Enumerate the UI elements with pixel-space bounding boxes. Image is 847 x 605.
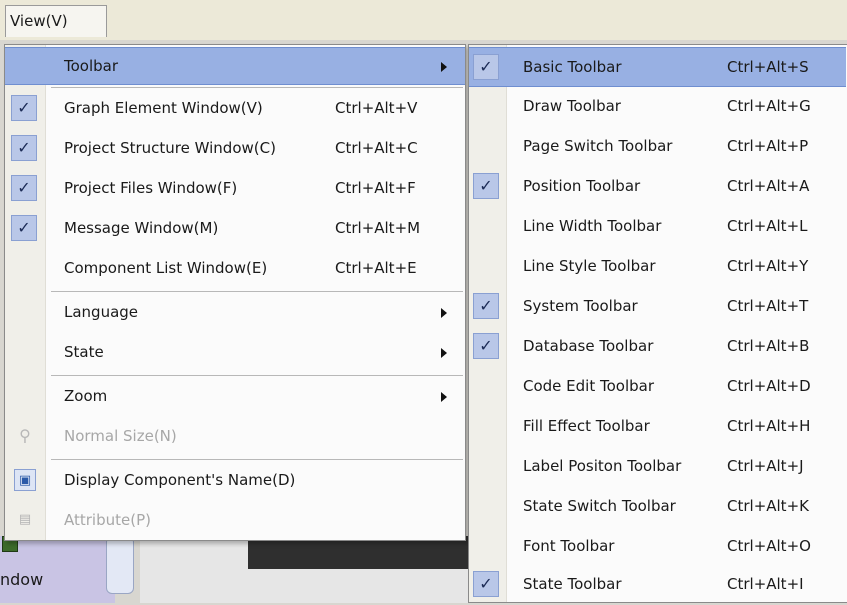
checkmark-icon: ✓ bbox=[473, 333, 499, 359]
submenu-item-label: State Switch Toolbar bbox=[523, 497, 676, 515]
submenu-item-fill-effect-toolbar[interactable]: Fill Effect Toolbar Ctrl+Alt+H bbox=[469, 407, 846, 447]
menu-item-language[interactable]: Language bbox=[5, 294, 465, 332]
submenu-item-shortcut: Ctrl+Alt+Y bbox=[727, 257, 809, 275]
submenu-item-state-toolbar[interactable]: ✓ State Toolbar Ctrl+Alt+I bbox=[469, 565, 846, 605]
menu-separator bbox=[51, 375, 463, 376]
checkmark-icon: ✓ bbox=[11, 135, 37, 161]
submenu-item-page-switch-toolbar[interactable]: Page Switch Toolbar Ctrl+Alt+P bbox=[469, 127, 846, 167]
view-menu-button[interactable]: View(V) bbox=[5, 5, 107, 37]
submenu-item-label: Line Style Toolbar bbox=[523, 257, 656, 275]
submenu-item-shortcut: Ctrl+Alt+K bbox=[727, 497, 809, 515]
menu-item-label: Display Component's Name(D) bbox=[64, 471, 296, 489]
submenu-item-shortcut: Ctrl+Alt+L bbox=[727, 217, 808, 235]
menu-item-shortcut: Ctrl+Alt+V bbox=[335, 99, 418, 117]
submenu-item-code-edit-toolbar[interactable]: Code Edit Toolbar Ctrl+Alt+D bbox=[469, 367, 846, 407]
menu-item-label: Message Window(M) bbox=[64, 219, 219, 237]
menu-item-state[interactable]: State bbox=[5, 334, 465, 372]
submenu-item-label: State Toolbar bbox=[523, 575, 622, 593]
toolbar-submenu: ✓ Basic Toolbar Ctrl+Alt+S Draw Toolbar … bbox=[468, 44, 847, 603]
submenu-item-state-switch-toolbar[interactable]: State Switch Toolbar Ctrl+Alt+K bbox=[469, 487, 846, 527]
submenu-item-shortcut: Ctrl+Alt+S bbox=[727, 58, 809, 76]
submenu-item-shortcut: Ctrl+Alt+H bbox=[727, 417, 811, 435]
scrollbar[interactable] bbox=[106, 536, 134, 594]
menu-item-message-window[interactable]: ✓ Message Window(M) Ctrl+Alt+M bbox=[5, 210, 465, 248]
submenu-item-line-width-toolbar[interactable]: Line Width Toolbar Ctrl+Alt+L bbox=[469, 207, 846, 247]
submenu-item-shortcut: Ctrl+Alt+D bbox=[727, 377, 811, 395]
submenu-item-label: Database Toolbar bbox=[523, 337, 654, 355]
submenu-item-draw-toolbar[interactable]: Draw Toolbar Ctrl+Alt+G bbox=[469, 87, 846, 127]
submenu-arrow-icon bbox=[441, 62, 447, 72]
menu-item-display-component-name[interactable]: ▣ Display Component's Name(D) bbox=[5, 462, 465, 500]
menu-item-label: Project Files Window(F) bbox=[64, 179, 238, 197]
submenu-item-label: Label Positon Toolbar bbox=[523, 457, 682, 475]
menu-item-label: Normal Size(N) bbox=[64, 427, 177, 445]
menu-item-label: Component List Window(E) bbox=[64, 259, 268, 277]
submenu-item-line-style-toolbar[interactable]: Line Style Toolbar Ctrl+Alt+Y bbox=[469, 247, 846, 287]
menu-item-normal-size[interactable]: ⚲ Normal Size(N) bbox=[5, 418, 465, 456]
submenu-item-shortcut: Ctrl+Alt+T bbox=[727, 297, 809, 315]
menu-item-project-structure-window[interactable]: ✓ Project Structure Window(C) Ctrl+Alt+C bbox=[5, 130, 465, 168]
submenu-item-label: Fill Effect Toolbar bbox=[523, 417, 650, 435]
submenu-item-label-position-toolbar[interactable]: Label Positon Toolbar Ctrl+Alt+J bbox=[469, 447, 846, 487]
view-dropdown-menu: Toolbar ✓ Graph Element Window(V) Ctrl+A… bbox=[4, 44, 466, 541]
menu-item-label: Attribute(P) bbox=[64, 511, 151, 529]
checkmark-icon: ✓ bbox=[473, 173, 499, 199]
submenu-item-label: Code Edit Toolbar bbox=[523, 377, 655, 395]
menu-item-shortcut: Ctrl+Alt+E bbox=[335, 259, 417, 277]
menu-item-project-files-window[interactable]: ✓ Project Files Window(F) Ctrl+Alt+F bbox=[5, 170, 465, 208]
submenu-item-shortcut: Ctrl+Alt+P bbox=[727, 137, 809, 155]
checkmark-icon: ✓ bbox=[11, 95, 37, 121]
submenu-item-label: Font Toolbar bbox=[523, 537, 615, 555]
menu-item-component-list-window[interactable]: Component List Window(E) Ctrl+Alt+E bbox=[5, 250, 465, 288]
checkmark-icon: ✓ bbox=[11, 175, 37, 201]
menu-item-shortcut: Ctrl+Alt+M bbox=[335, 219, 421, 237]
submenu-arrow-icon bbox=[441, 308, 447, 318]
menu-item-label: Toolbar bbox=[64, 57, 119, 75]
attribute-icon: ▤ bbox=[18, 512, 32, 527]
checkmark-icon: ✓ bbox=[473, 571, 499, 597]
submenu-item-font-toolbar[interactable]: Font Toolbar Ctrl+Alt+O bbox=[469, 527, 846, 567]
submenu-item-label: Draw Toolbar bbox=[523, 97, 621, 115]
menu-item-label: Graph Element Window(V) bbox=[64, 99, 263, 117]
menu-bar: View(V) bbox=[0, 0, 847, 40]
submenu-item-label: Line Width Toolbar bbox=[523, 217, 662, 235]
menu-item-toolbar[interactable]: Toolbar bbox=[5, 47, 465, 85]
display-name-icon: ▣ bbox=[14, 469, 36, 491]
submenu-item-shortcut: Ctrl+Alt+O bbox=[727, 537, 811, 555]
menu-separator bbox=[51, 291, 463, 292]
menu-item-label: Language bbox=[64, 303, 139, 321]
menu-item-shortcut: Ctrl+Alt+F bbox=[335, 179, 416, 197]
submenu-item-label: Position Toolbar bbox=[523, 177, 641, 195]
menu-item-zoom[interactable]: Zoom bbox=[5, 378, 465, 416]
checkmark-icon: ✓ bbox=[11, 215, 37, 241]
submenu-item-label: Page Switch Toolbar bbox=[523, 137, 673, 155]
menu-item-label: State bbox=[64, 343, 104, 361]
submenu-item-shortcut: Ctrl+Alt+I bbox=[727, 575, 804, 593]
menu-item-attribute[interactable]: ▤ Attribute(P) bbox=[5, 502, 465, 540]
submenu-item-shortcut: Ctrl+Alt+G bbox=[727, 97, 811, 115]
submenu-item-label: System Toolbar bbox=[523, 297, 638, 315]
submenu-item-shortcut: Ctrl+Alt+A bbox=[727, 177, 810, 195]
menu-item-shortcut: Ctrl+Alt+C bbox=[335, 139, 418, 157]
checkmark-icon: ✓ bbox=[473, 54, 499, 80]
submenu-item-position-toolbar[interactable]: ✓ Position Toolbar Ctrl+Alt+A bbox=[469, 167, 846, 207]
magnifier-icon: ⚲ bbox=[19, 426, 31, 445]
background-window-label: ndow bbox=[0, 570, 44, 589]
menu-item-label: Project Structure Window(C) bbox=[64, 139, 276, 157]
submenu-item-database-toolbar[interactable]: ✓ Database Toolbar Ctrl+Alt+B bbox=[469, 327, 846, 367]
submenu-arrow-icon bbox=[441, 348, 447, 358]
menu-separator bbox=[51, 87, 463, 88]
submenu-item-shortcut: Ctrl+Alt+J bbox=[727, 457, 804, 475]
menu-item-graph-element-window[interactable]: ✓ Graph Element Window(V) Ctrl+Alt+V bbox=[5, 90, 465, 128]
menu-separator bbox=[51, 459, 463, 460]
submenu-item-label: Basic Toolbar bbox=[523, 58, 622, 76]
submenu-item-shortcut: Ctrl+Alt+B bbox=[727, 337, 810, 355]
submenu-item-system-toolbar[interactable]: ✓ System Toolbar Ctrl+Alt+T bbox=[469, 287, 846, 327]
submenu-item-basic-toolbar[interactable]: ✓ Basic Toolbar Ctrl+Alt+S bbox=[469, 47, 846, 87]
submenu-arrow-icon bbox=[441, 392, 447, 402]
checkmark-icon: ✓ bbox=[473, 293, 499, 319]
menu-item-label: Zoom bbox=[64, 387, 108, 405]
